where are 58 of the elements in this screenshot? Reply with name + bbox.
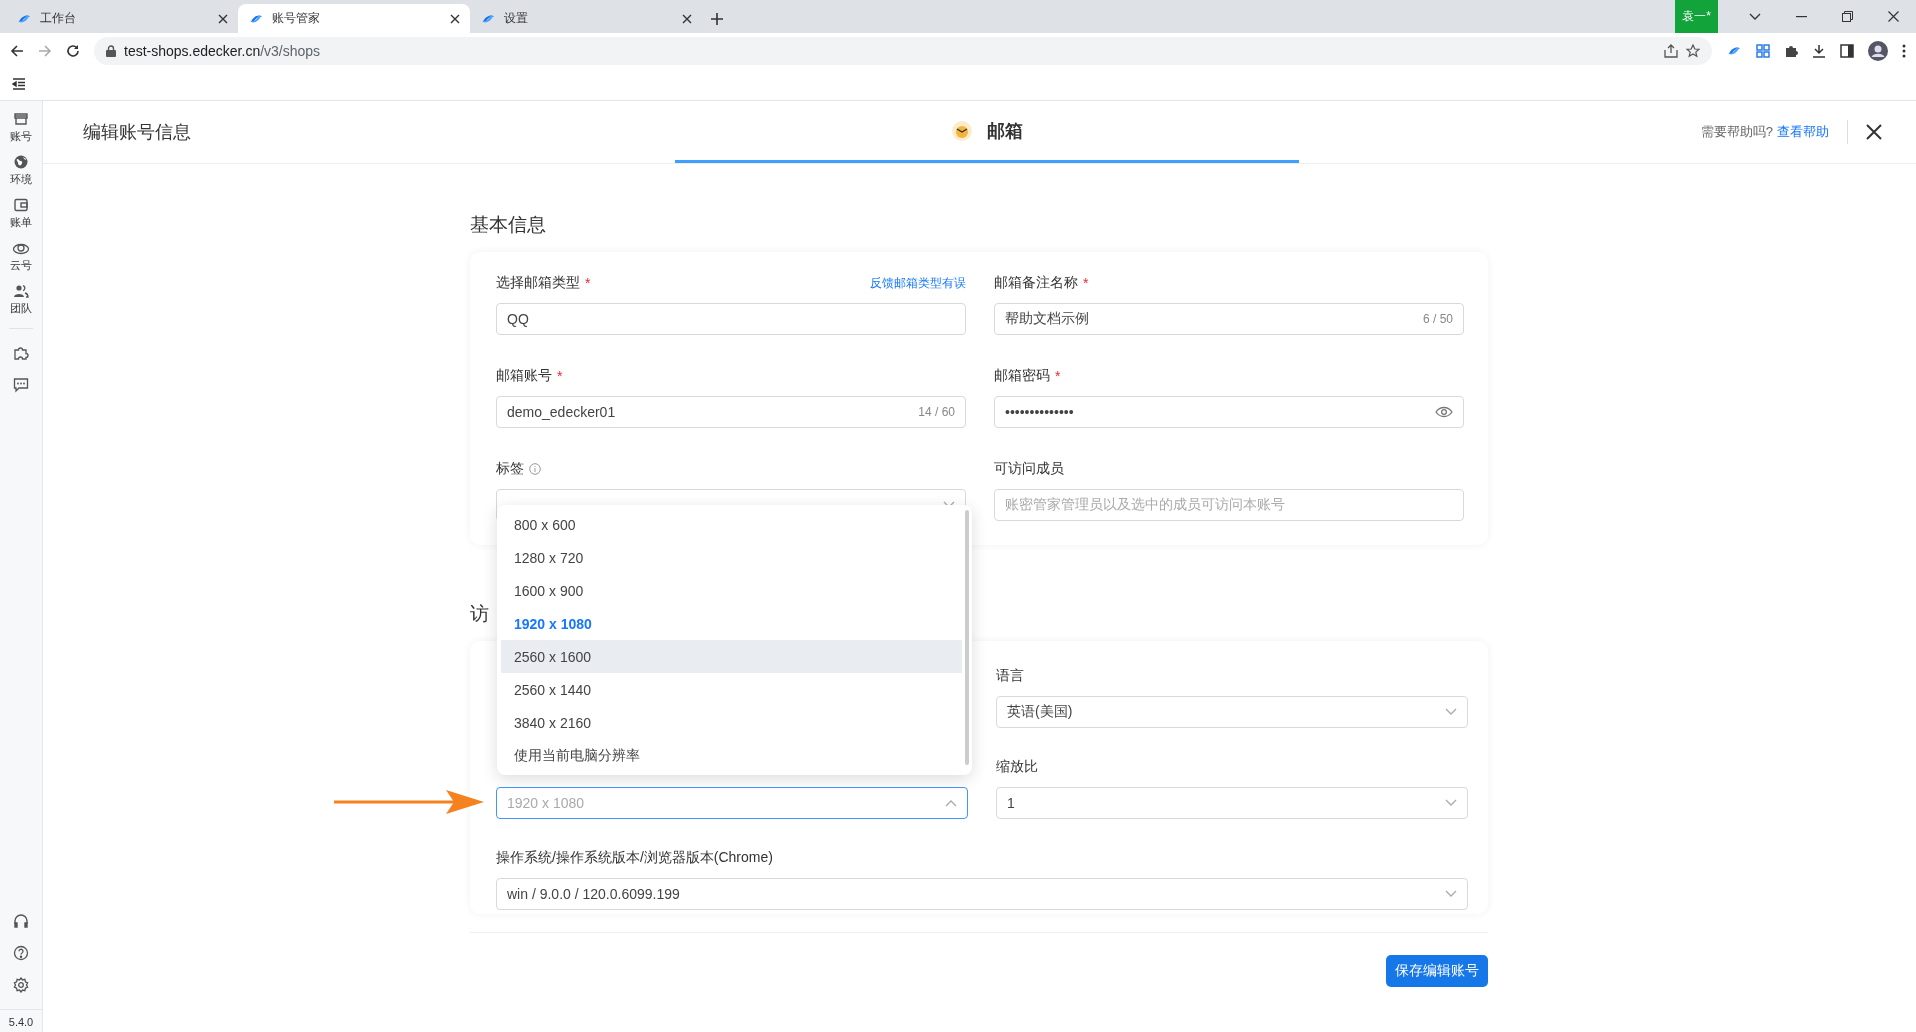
- required-mark: *: [557, 368, 563, 384]
- password-field[interactable]: ••••••••••••••: [994, 396, 1464, 428]
- help-link[interactable]: 查看帮助: [1777, 123, 1829, 141]
- dropdown-option[interactable]: 2560 x 1440: [501, 673, 962, 706]
- field-value: 1: [1007, 795, 1016, 811]
- dropdown-option[interactable]: 使用当前电脑分辨率: [501, 739, 962, 772]
- field-value: 帮助文档示例: [1005, 310, 1090, 328]
- sidebar-item[interactable]: 账单: [8, 197, 34, 230]
- select-field[interactable]: win / 9.0.0 / 120.0.6099.199: [496, 878, 1468, 910]
- address-bar[interactable]: test-shops.edecker.cn/v3/shops: [94, 36, 1712, 65]
- dropdown-option[interactable]: 2560 x 1600: [501, 640, 962, 673]
- browser-tab[interactable]: 工作台: [6, 4, 238, 33]
- field-value: 1920 x 1080: [507, 795, 586, 811]
- field-label: 缩放比: [996, 758, 1038, 776]
- dropdown-option[interactable]: 1920 x 1080: [501, 607, 962, 640]
- save-button[interactable]: 保存编辑账号: [1386, 955, 1488, 987]
- mailbox-tab[interactable]: 邮箱: [675, 101, 1299, 163]
- sidebar-item[interactable]: 账号: [8, 111, 34, 144]
- browser-tab[interactable]: 设置: [470, 4, 702, 33]
- field-placeholder: 账密管家管理员以及选中的成员可访问本账号: [1005, 496, 1286, 514]
- sidebar-item[interactable]: 云号: [8, 240, 34, 273]
- input-field[interactable]: 帮助文档示例 6 / 50: [994, 303, 1464, 335]
- section-heading: 基本信息: [470, 213, 546, 237]
- select-field[interactable]: 英语(美国): [996, 696, 1468, 728]
- field-label: 标签: [496, 460, 524, 478]
- browser-tab[interactable]: 账号管家: [238, 4, 470, 33]
- required-mark: *: [1055, 368, 1061, 384]
- field-label: 语言: [996, 667, 1024, 685]
- character-counter: 14 / 60: [918, 405, 955, 419]
- section-heading: 访: [470, 602, 489, 626]
- field-label: 邮箱密码: [994, 367, 1050, 385]
- field-value: win / 9.0.0 / 120.0.6099.199: [507, 886, 681, 902]
- dropdown-option[interactable]: 1280 x 720: [501, 541, 962, 574]
- sidebar-item[interactable]: 环境: [8, 154, 34, 187]
- sidebar-item[interactable]: 团队: [8, 283, 34, 316]
- required-mark: *: [1083, 275, 1089, 291]
- url-text: test-shops.edecker.cn/v3/shops: [124, 42, 321, 59]
- character-counter: 6 / 50: [1422, 312, 1453, 326]
- page-title: 编辑账号信息: [83, 121, 192, 144]
- field-label: 邮箱备注名称: [994, 274, 1078, 292]
- field-value: demo_edecker01: [507, 404, 617, 420]
- field-label: 选择邮箱类型: [496, 274, 580, 292]
- input-field[interactable]: demo_edecker01 14 / 60: [496, 396, 966, 428]
- field-label: 操作系统/操作系统版本/浏览器版本(Chrome): [496, 849, 773, 867]
- help-prompt: 需要帮助吗?: [1700, 123, 1773, 141]
- field-label: 可访问成员: [994, 460, 1064, 478]
- field-label: 邮箱账号: [496, 367, 552, 385]
- field-value: ••••••••••••••: [1005, 404, 1075, 420]
- required-mark: *: [585, 275, 591, 291]
- dropdown-option[interactable]: 1600 x 900: [501, 574, 962, 607]
- feedback-link[interactable]: 反馈邮箱类型有误: [870, 274, 966, 292]
- select-field[interactable]: 1: [996, 787, 1468, 819]
- input-field[interactable]: QQ: [496, 303, 966, 335]
- dropdown-option[interactable]: 800 x 600: [501, 508, 962, 541]
- field-value: 英语(美国): [1007, 703, 1074, 721]
- field-value: QQ: [507, 311, 530, 327]
- dropdown-option[interactable]: 3840 x 2160: [501, 706, 962, 739]
- version-label: 5.4.0: [0, 1009, 42, 1032]
